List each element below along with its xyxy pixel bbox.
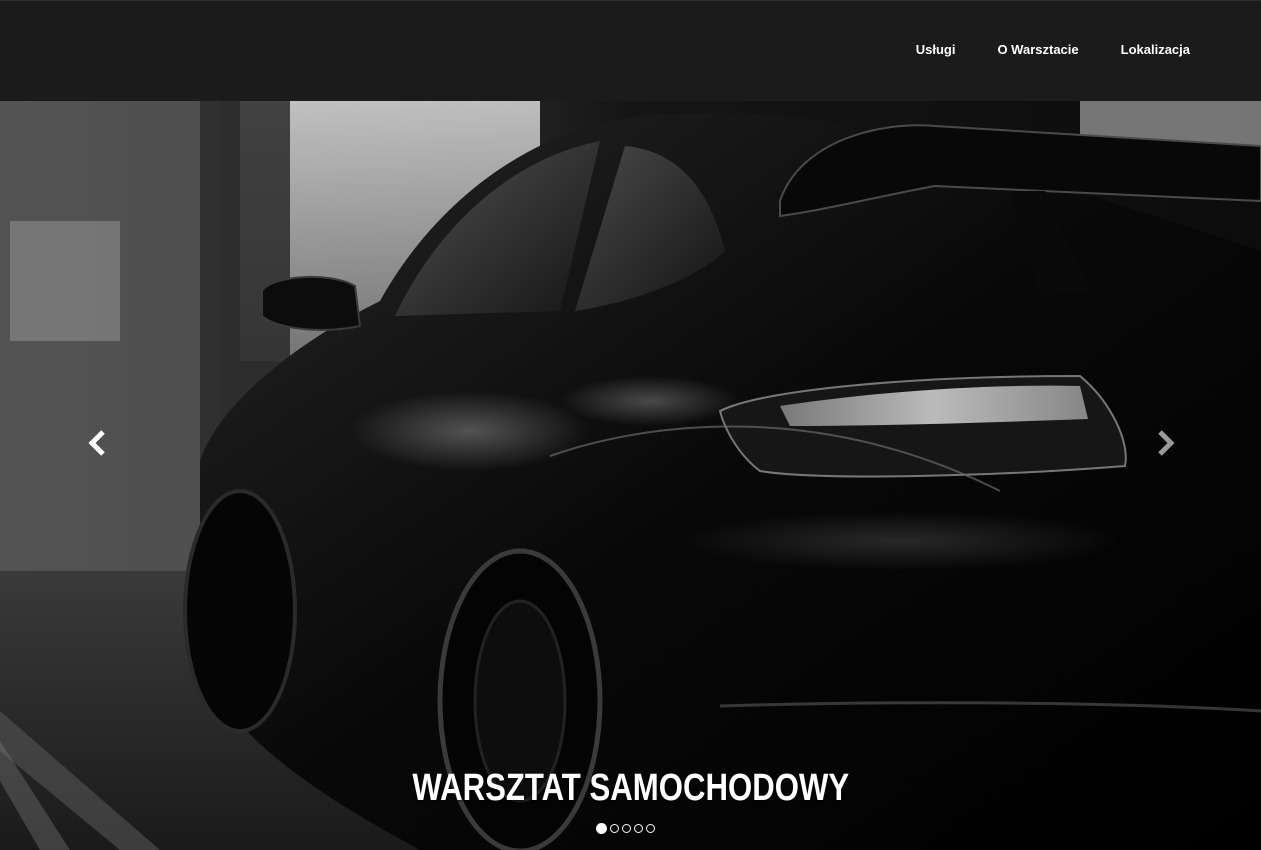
carousel-indicator-5[interactable] [646,824,655,833]
hero-image-car [0,101,1261,850]
chevron-right-icon [1158,430,1175,456]
carousel-indicator-4[interactable] [634,824,643,833]
carousel-next-button[interactable] [1150,428,1180,458]
navbar: Usługi O Warsztacie Lokalizacja [0,0,1261,101]
carousel-prev-button[interactable] [83,428,113,458]
nav-menu: Usługi O Warsztacie Lokalizacja [874,42,1190,57]
hero-caption: WARSZTAT SAMOCHODOWY [412,767,850,809]
carousel-indicators [596,823,655,834]
chevron-left-icon [88,430,105,456]
nav-link-o-warsztacie[interactable]: O Warsztacie [997,42,1078,57]
hero-carousel: WARSZTAT SAMOCHODOWY [0,101,1261,850]
nav-link-uslugi[interactable]: Usługi [916,42,956,57]
carousel-indicator-2[interactable] [610,824,619,833]
carousel-indicator-1[interactable] [596,823,607,834]
nav-link-lokalizacja[interactable]: Lokalizacja [1121,42,1190,57]
carousel-indicator-3[interactable] [622,824,631,833]
